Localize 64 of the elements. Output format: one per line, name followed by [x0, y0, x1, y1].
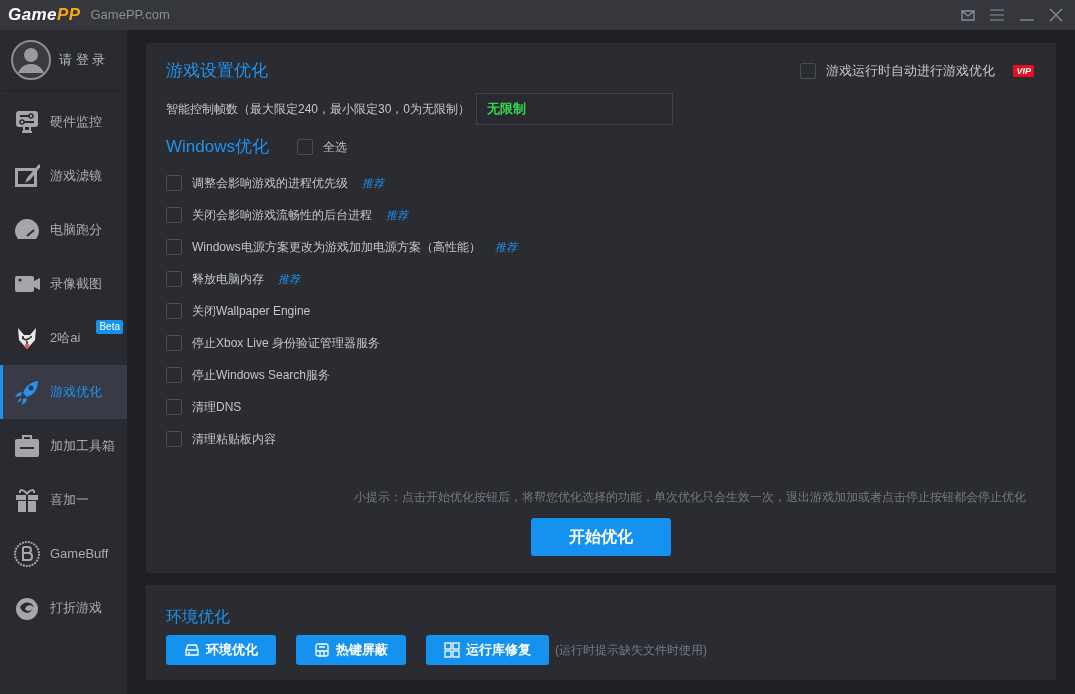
- drive-icon: [184, 642, 200, 658]
- recommended-tag: 推荐: [278, 270, 300, 288]
- vip-badge: VIP: [1013, 65, 1034, 77]
- usage-note: (运行时提示缺失文件时使用): [555, 642, 707, 659]
- site-url: GamePP.com: [90, 6, 170, 25]
- nav-item[interactable]: GameBuff: [0, 527, 127, 581]
- nav-item[interactable]: 加加工具箱: [0, 419, 127, 473]
- recommended-tag: 推荐: [362, 174, 384, 192]
- option-label: 停止Xbox Live 身份验证管理器服务: [192, 335, 381, 352]
- checkbox[interactable]: [166, 303, 182, 319]
- avatar-icon[interactable]: [11, 40, 51, 80]
- nav-item[interactable]: 硬件监控: [0, 95, 127, 149]
- checkbox[interactable]: [166, 239, 182, 255]
- checkbox-label: 全选: [322, 139, 347, 156]
- nav-item[interactable]: 游戏滤镜: [0, 149, 127, 203]
- environment-button[interactable]: 运行库修复: [426, 635, 549, 665]
- checkbox-label: 游戏运行时自动进行游戏优化: [826, 62, 996, 81]
- nav-item[interactable]: 打折游戏: [0, 581, 127, 635]
- section-title: 游戏设置优化: [166, 60, 268, 83]
- select-all-checkbox[interactable]: [296, 139, 313, 155]
- app-logo: GamePP: [8, 4, 81, 27]
- checkbox[interactable]: [166, 271, 182, 287]
- checkbox[interactable]: [166, 367, 182, 383]
- checkbox[interactable]: [166, 399, 182, 415]
- gift-icon: [14, 487, 40, 513]
- option-label: 调整会影响游戏的进程优先级: [192, 175, 348, 192]
- option-label: 清理粘贴板内容: [192, 431, 276, 448]
- nav-item[interactable]: 喜加一: [0, 473, 127, 527]
- login-link[interactable]: 请 登 录: [59, 50, 106, 70]
- hint-text: 小提示：点击开始优化按钮后，将帮您优化选择的功能，单次优化只会生效一次，退出游戏加加或者点击停止按钮都会停止优化: [354, 489, 1026, 506]
- rocket-icon: [14, 379, 40, 405]
- nav-item[interactable]: 游戏优化: [0, 365, 127, 419]
- toolbox-icon: [14, 433, 40, 459]
- checkbox[interactable]: [166, 207, 182, 223]
- close-icon[interactable]: [1049, 8, 1063, 22]
- section-title: 环境优化: [166, 607, 231, 627]
- environment-button[interactable]: 热键屏蔽: [296, 635, 406, 665]
- nav-item[interactable]: 电脑跑分: [0, 203, 127, 257]
- menu-icon[interactable]: [989, 9, 1005, 21]
- checkbox[interactable]: [800, 63, 817, 79]
- environment-button[interactable]: 环境优化: [166, 635, 276, 665]
- mail-icon[interactable]: [961, 9, 975, 21]
- beta-badge: Beta: [96, 320, 123, 334]
- monitor-icon: [14, 109, 40, 135]
- fps-limit-field[interactable]: 无限制: [476, 93, 674, 125]
- option-label: 关闭会影响游戏流畅性的后台进程: [192, 207, 372, 224]
- option-label: 清理DNS: [192, 399, 242, 416]
- start-optimize-button[interactable]: 开始优化: [531, 518, 671, 556]
- nav-item[interactable]: 录像截图: [0, 257, 127, 311]
- checkbox[interactable]: [166, 335, 182, 351]
- grid-icon: [444, 642, 460, 658]
- checkbox[interactable]: [166, 175, 182, 191]
- option-label: Windows电源方案更改为游戏加加电源方案（高性能）: [192, 239, 481, 256]
- checkbox[interactable]: [166, 431, 182, 447]
- recommended-tag: 推荐: [386, 206, 408, 224]
- recommended-tag: 推荐: [494, 238, 517, 256]
- nav-item[interactable]: 2哈ai Beta: [0, 311, 127, 365]
- section-title: Windows优化: [166, 136, 269, 159]
- option-label: 释放电脑内存: [192, 271, 264, 288]
- option-label: 停止Windows Search服务: [192, 367, 331, 384]
- paint-brush-icon: [14, 163, 40, 189]
- b-emblem-icon: [14, 541, 40, 567]
- option-label: 关闭Wallpaper Engine: [192, 303, 311, 320]
- fps-limit-label: 智能控制帧数（最大限定240，最小限定30，0为无限制）: [166, 101, 471, 118]
